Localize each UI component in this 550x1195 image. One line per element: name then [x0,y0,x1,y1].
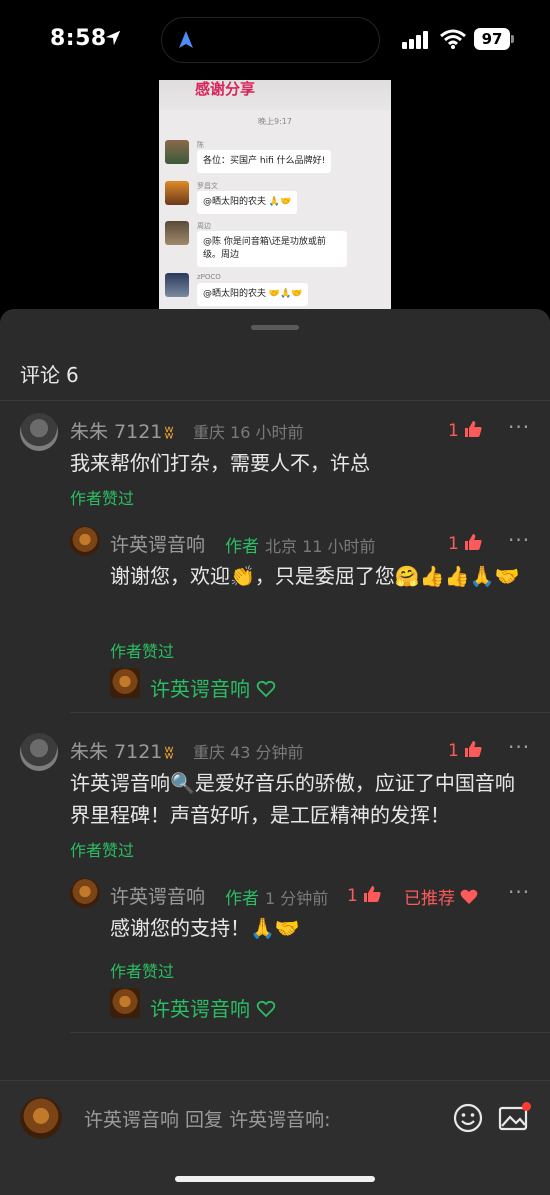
like-button[interactable]: 1 [347,884,382,906]
preview-timestamp: 晚上9:17 [258,117,292,126]
comment-text: 许英谔音响🔍是爱好音乐的骄傲，应证了中国音响界里程碑！声音好听，是工匠精神的发挥… [70,771,515,827]
preview-sticker: 感谢分享 [195,80,256,98]
avatar [165,140,189,164]
author-tag: 作者 [225,889,259,909]
status-time: 8:58 [50,26,107,51]
reply-text: 感谢您的支持！🙏🤝 [110,916,300,940]
thumbs-up-icon [464,421,482,437]
more-icon[interactable]: ··· [508,415,530,439]
author-liked-label: 作者赞过 [70,489,135,508]
avatar [165,181,189,205]
avatar [20,1097,62,1139]
notification-dot [522,1102,531,1111]
recommend-button[interactable]: 已推荐 [404,884,479,909]
location-arrow-icon [105,30,121,46]
badge-icon: ʬ [164,742,174,763]
comment-username[interactable]: 朱朱 7121 ʬ [70,737,174,764]
like-button[interactable]: 1 [448,532,483,554]
author-like-link[interactable]: 许英谔音响 [150,673,276,702]
badge-icon: ʬ [164,422,174,443]
divider [70,712,550,713]
more-icon[interactable]: ··· [508,735,530,759]
comment-username[interactable]: 朱朱 7121 ʬ [70,417,174,444]
avatar[interactable] [20,733,58,771]
author-like-link[interactable]: 许英谔音响 [150,993,276,1022]
battery-indicator: 97 [474,28,514,50]
wifi-icon [440,29,466,49]
author-liked-label: 作者赞过 [110,642,175,661]
home-indicator[interactable] [175,1176,375,1182]
divider [0,400,550,401]
heart-icon [256,680,276,698]
avatar[interactable] [110,668,140,698]
avatar [165,221,189,245]
navigation-icon [179,31,193,48]
reply-input[interactable]: 许英谔音响 回复 许英谔音响: [84,1105,330,1132]
avatar[interactable] [20,413,58,451]
author-liked-label: 作者赞过 [110,962,175,981]
reply-meta: 作者 1 分钟前 [225,889,329,909]
comments-count: 6 [66,363,79,387]
comments-sheet: 评论 6 朱朱 7121 ʬ 重庆 16 小时前 1 ··· 我来帮你们打杂，需要人… [0,309,550,1195]
sheet-grabber[interactable] [251,325,299,330]
avatar[interactable] [110,988,140,1018]
like-button[interactable]: 1 [448,419,483,441]
reply-username[interactable]: 许英谔音响 [110,530,205,557]
thumbs-up-icon [464,534,482,550]
divider [70,1032,550,1033]
dynamic-island[interactable] [161,17,380,63]
like-button[interactable]: 1 [448,739,483,761]
reply-meta: 作者 北京 11 小时前 [225,537,376,557]
avatar[interactable] [70,526,100,556]
thumbs-up-icon [464,741,482,757]
comment-meta: 重庆 43 分钟前 [193,743,304,762]
avatar[interactable] [70,878,100,908]
avatar [165,273,189,297]
more-icon[interactable]: ··· [508,528,530,552]
comment-text: 我来帮你们打杂，需要人不，许总 [70,451,370,475]
heart-icon [460,889,478,904]
comments-title: 评论 6 [20,363,79,387]
author-liked-label: 作者赞过 [70,841,135,860]
heart-icon [256,1000,276,1018]
reply-text: 谢谢您，欢迎👏，只是委屈了您🤗👍👍🙏🤝 [110,564,520,588]
author-tag: 作者 [225,537,259,557]
emoji-icon[interactable] [452,1102,484,1134]
more-icon[interactable]: ··· [508,880,530,904]
status-bar: 8:58 97 [0,0,550,80]
reply-username[interactable]: 许英谔音响 [110,882,205,909]
comment-meta: 重庆 16 小时前 [193,423,304,442]
thumbs-up-icon [363,886,381,902]
